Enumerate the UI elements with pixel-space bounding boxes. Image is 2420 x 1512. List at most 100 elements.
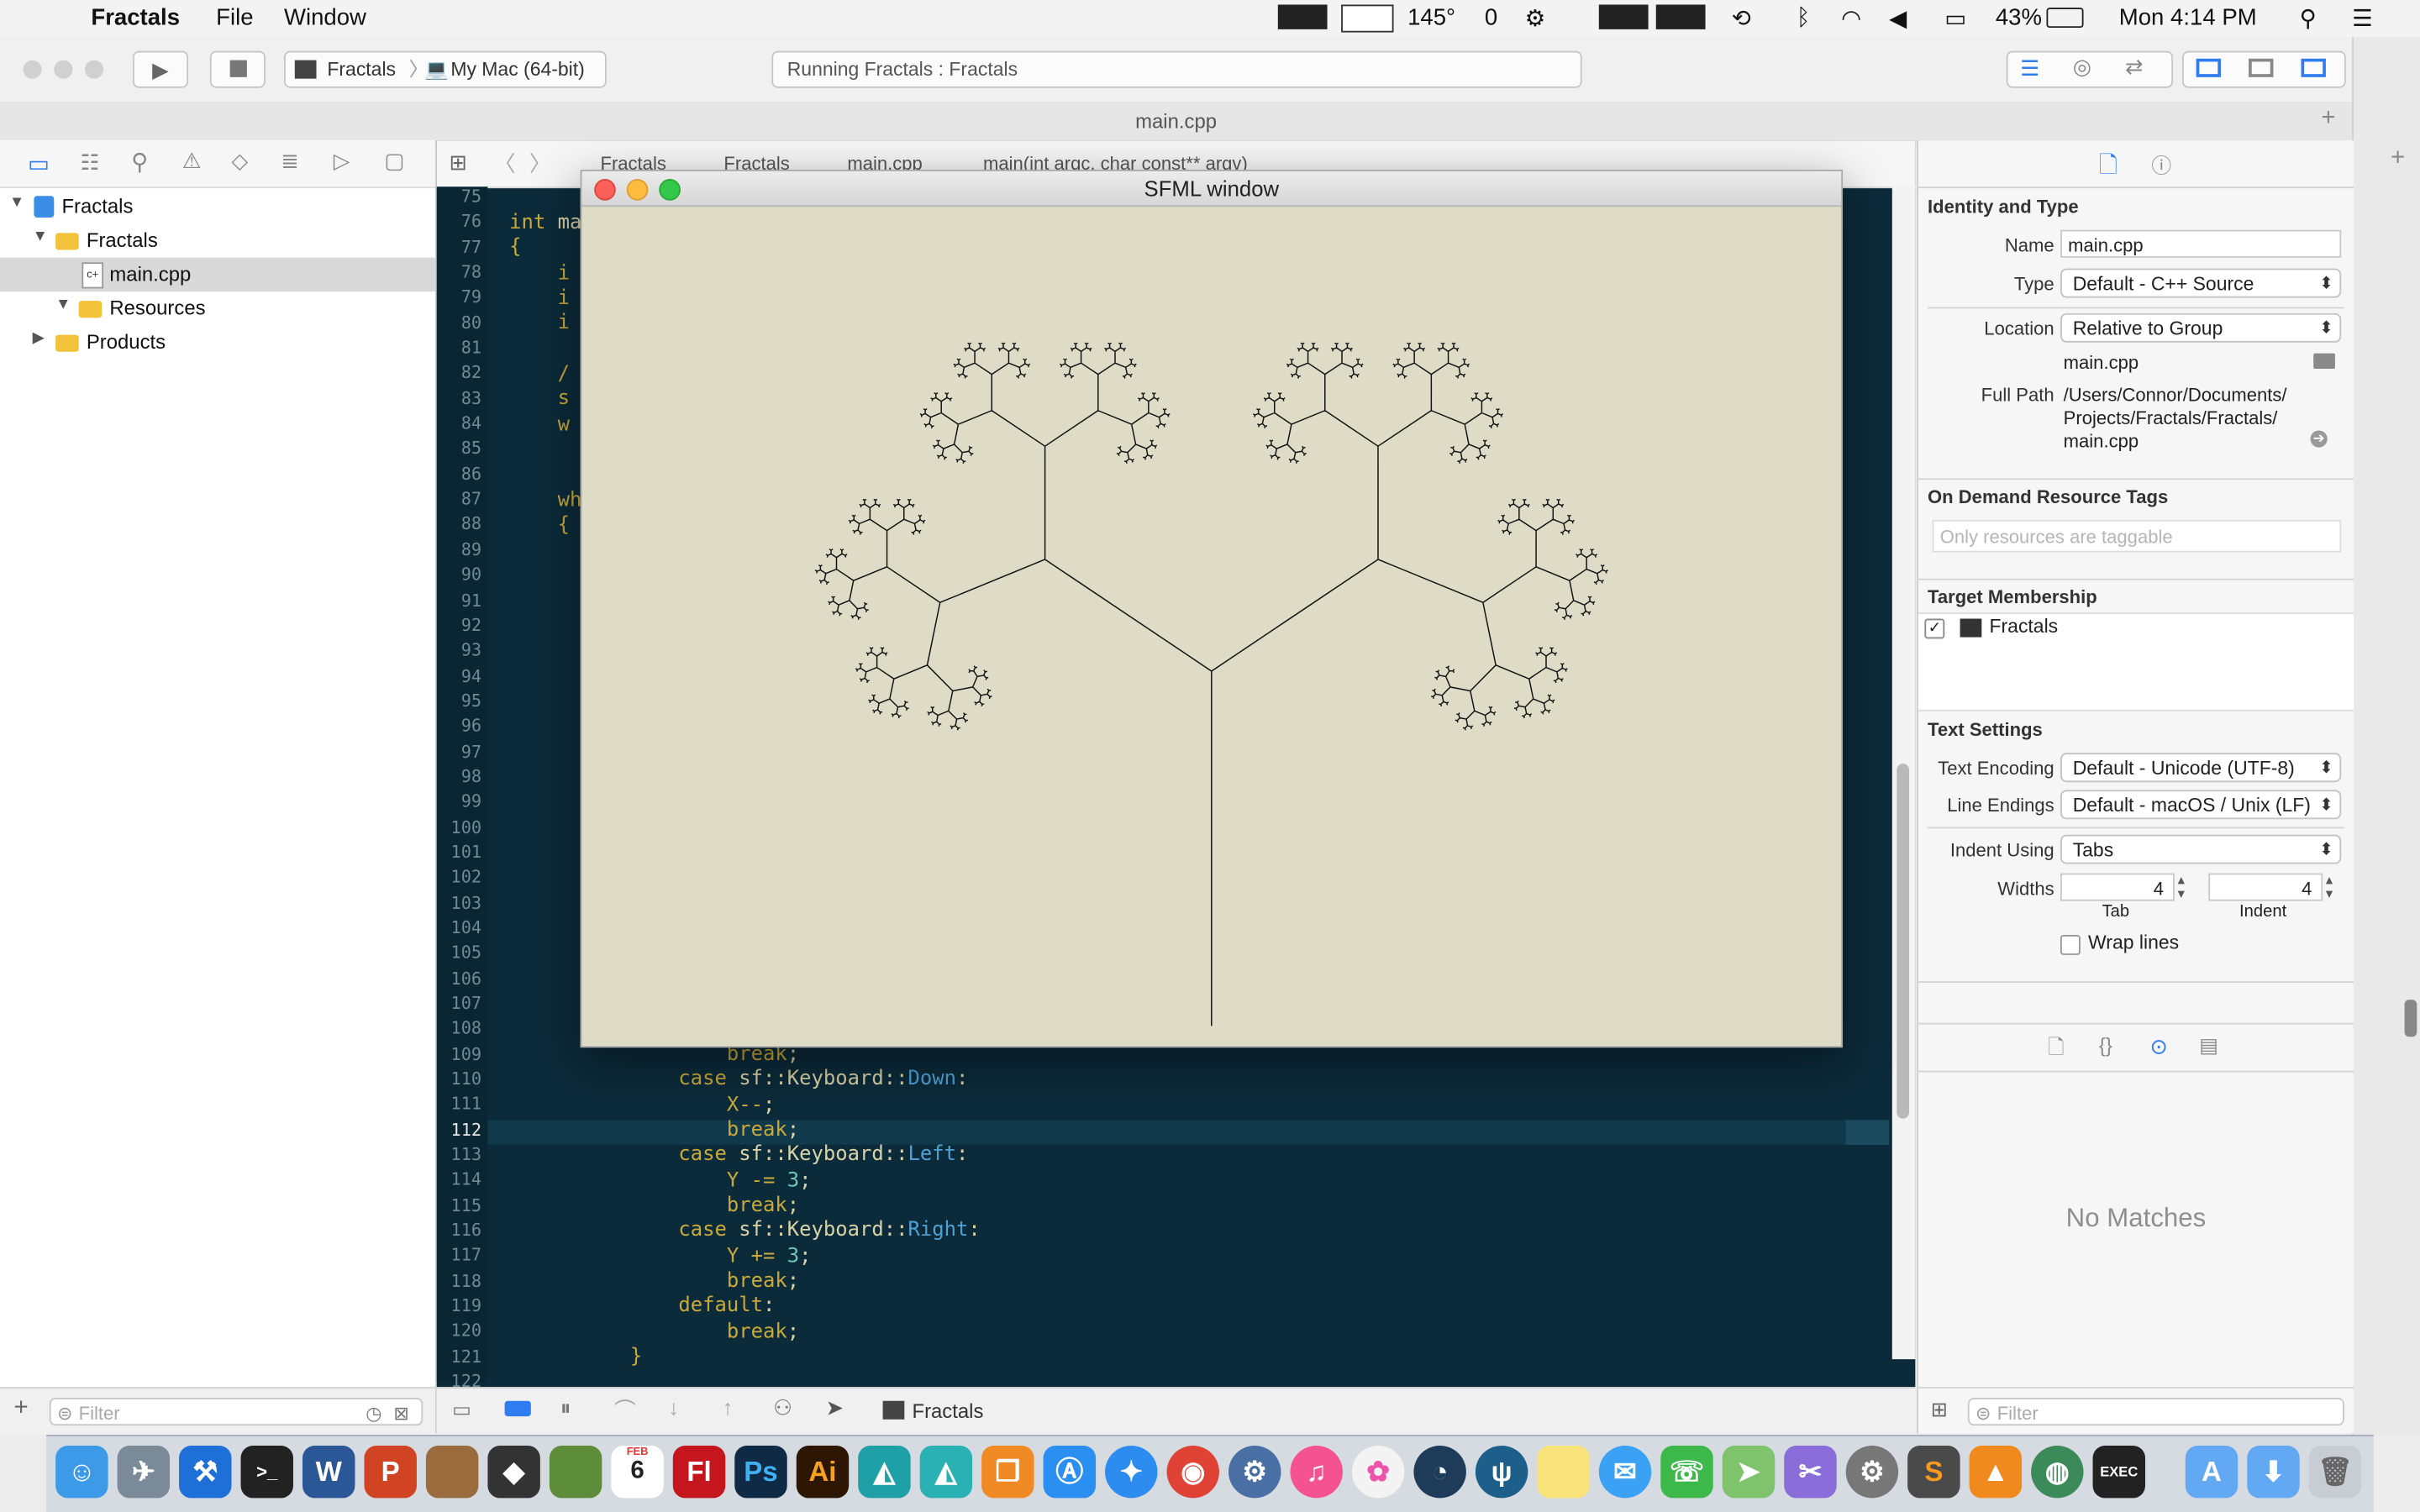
tab-main-cpp[interactable]: main.cpp — [0, 109, 2352, 133]
window-menu[interactable]: Window — [284, 5, 366, 31]
editor-scrollbar[interactable] — [1891, 186, 1916, 1360]
sfml-window[interactable]: SFML window — [580, 170, 1844, 1048]
wifi-icon[interactable]: ◠ — [1841, 5, 1861, 32]
line-endings-popup[interactable]: Default - macOS / Unix (LF) — [2060, 790, 2342, 820]
scroll-knob[interactable] — [2404, 1000, 2417, 1037]
itunes-icon[interactable]: ♫ — [1290, 1445, 1343, 1499]
tab-width-field[interactable]: 4 — [2060, 873, 2175, 901]
xcode-icon[interactable]: ⚒ — [179, 1445, 232, 1499]
editor-scroll-thumb[interactable] — [1897, 764, 1909, 1119]
activity-gauge-icon[interactable]: ◔ — [1413, 1445, 1466, 1499]
close-window-button[interactable] — [23, 60, 42, 79]
test-navigator-icon[interactable]: ◇ — [232, 148, 249, 174]
navigator-toggle-icon[interactable] — [2196, 58, 2222, 77]
network-globe-icon[interactable]: ◍ — [2031, 1445, 2084, 1499]
sublime-text-icon[interactable]: S — [1907, 1445, 1960, 1499]
sfml-minimize-button[interactable] — [626, 179, 649, 201]
vlc-icon[interactable]: ▲ — [1969, 1445, 2023, 1499]
trash-icon[interactable]: 🗑 — [2308, 1445, 2362, 1499]
issue-navigator-icon[interactable]: ⚠ — [182, 148, 202, 174]
object-library-icon[interactable]: ⊙ — [2150, 1034, 2169, 1060]
sfml-title-bar[interactable]: SFML window — [581, 171, 1842, 207]
clock[interactable]: Mon 4:14 PM — [2119, 5, 2257, 31]
code-snippet-icon[interactable]: {} — [2099, 1034, 2112, 1058]
tree-item-resources[interactable]: ▼ Resources — [0, 291, 435, 325]
word-icon[interactable]: W — [302, 1445, 355, 1499]
folder-navigator-icon[interactable]: ▭ — [28, 150, 50, 177]
debug-view-hierarchy-icon[interactable]: ⚇ — [773, 1394, 792, 1420]
notebook-icon[interactable] — [425, 1445, 479, 1499]
disclosure-open-icon[interactable]: ▼ — [9, 194, 24, 211]
ibooks-icon[interactable]: ❐ — [981, 1445, 1034, 1499]
step-in-icon[interactable]: ↓ — [668, 1394, 679, 1419]
notification-center-icon[interactable]: ☰ — [2352, 5, 2373, 32]
app-menu[interactable]: Fractals — [91, 5, 180, 31]
indent-width-field[interactable]: 4 — [2208, 873, 2323, 901]
step-out-icon[interactable]: ↑ — [723, 1394, 734, 1419]
library-filter-input[interactable]: ⊜ Filter — [1967, 1398, 2344, 1426]
disclosure-closed-icon[interactable]: ▶ — [33, 330, 45, 347]
tree-item-fractals-group[interactable]: ▼ Fractals — [0, 223, 435, 257]
tree-item-project[interactable]: ▼ Fractals — [0, 190, 435, 223]
resource-tags-field[interactable]: Only resources are taggable — [1932, 519, 2342, 553]
recent-files-icon[interactable]: ◷ — [366, 1399, 381, 1427]
location-popup[interactable]: Relative to Group — [2060, 312, 2342, 343]
facetime-icon[interactable]: ☏ — [1660, 1445, 1713, 1499]
inspector-toggle-icon[interactable] — [2301, 58, 2326, 77]
volume-icon[interactable]: ◀ — [1889, 5, 1907, 32]
applications-folder-icon[interactable]: A — [2185, 1445, 2238, 1499]
battery-icon[interactable] — [2046, 8, 2084, 29]
debug-navigator-icon[interactable]: ≣ — [281, 148, 299, 174]
terminal-icon[interactable]: >_ — [240, 1445, 293, 1499]
add-file-icon[interactable]: + — [14, 1394, 29, 1422]
maya-icon[interactable]: ◭ — [858, 1445, 911, 1499]
system-preferences-icon[interactable]: ⚙ — [1845, 1445, 1899, 1499]
wrap-lines-checkbox[interactable] — [2060, 935, 2081, 955]
hide-debug-area-icon[interactable]: ▭ — [452, 1398, 471, 1422]
forward-icon[interactable]: 〉 — [529, 148, 551, 179]
messages-icon[interactable]: ✉ — [1598, 1445, 1652, 1499]
sourcetree-icon[interactable]: ψ — [1475, 1445, 1528, 1499]
settings-gear-icon[interactable]: ⚙ — [1525, 5, 1546, 32]
report-navigator-icon[interactable]: ▢ — [384, 148, 404, 174]
minecraft-icon[interactable] — [549, 1445, 602, 1499]
temperature-reading[interactable]: 145° — [1407, 5, 1455, 31]
tab-width-stepper[interactable]: ▴ ▾ — [2178, 873, 2193, 901]
instruments-icon[interactable]: ✂ — [1784, 1445, 1837, 1499]
step-over-icon[interactable]: ⌒ — [614, 1394, 636, 1425]
battery-percent[interactable]: 43% — [1996, 5, 2042, 31]
version-editor-icon[interactable]: ⇄ — [2125, 54, 2144, 80]
network-graph-icon[interactable] — [1655, 4, 1706, 29]
time-machine-icon[interactable]: ⟲ — [1732, 5, 1751, 32]
app-store-icon[interactable]: Ⓐ — [1043, 1445, 1097, 1499]
cpu-graph-icon[interactable] — [1277, 4, 1328, 29]
debug-toggle-icon[interactable] — [2249, 58, 2274, 77]
file-template-icon[interactable]: 🗋 — [2048, 1034, 2064, 1068]
choose-location-folder-icon[interactable] — [2313, 353, 2335, 369]
powerpoint-icon[interactable]: P — [364, 1445, 417, 1499]
back-icon[interactable]: 〈 — [494, 148, 516, 179]
photoshop-icon[interactable]: Ps — [734, 1445, 787, 1499]
launchpad-icon[interactable]: ✈ — [117, 1445, 171, 1499]
name-field[interactable]: main.cpp — [2060, 229, 2342, 258]
tree-item-main-cpp[interactable]: c+ main.cpp — [0, 257, 435, 292]
finder-icon[interactable]: ☺ — [55, 1445, 108, 1499]
downloads-folder-icon[interactable]: ⬇ — [2247, 1445, 2300, 1499]
target-checkbox[interactable]: ✓ — [1924, 618, 1945, 639]
scheme-selector[interactable]: Fractals 〉 💻 My Mac (64-bit) — [283, 50, 607, 88]
file-inspector-icon[interactable]: 🗋 — [2099, 150, 2118, 188]
reveal-in-finder-icon[interactable]: ➔ — [2310, 430, 2328, 448]
run-button[interactable]: ▶ — [132, 50, 189, 88]
console-icon[interactable]: EXEC — [2092, 1445, 2146, 1499]
system-utility-icon[interactable]: ⚙ — [1228, 1445, 1281, 1499]
scm-filter-icon[interactable]: ⊠ — [393, 1399, 408, 1427]
tree-item-products[interactable]: ▶ Products — [0, 326, 435, 360]
memory-graph-icon[interactable] — [1598, 4, 1649, 29]
count-reading[interactable]: 0 — [1485, 5, 1497, 31]
text-encoding-popup[interactable]: Default - Unicode (UTF-8) — [2060, 753, 2342, 783]
pause-icon[interactable]: ⏸ — [560, 1394, 571, 1420]
indent-using-popup[interactable]: Tabs — [2060, 834, 2342, 864]
assistant-editor-icon[interactable]: ◎ — [2073, 54, 2091, 80]
calendar-icon[interactable]: FEB 6 — [611, 1445, 664, 1499]
stop-button[interactable] — [209, 50, 266, 88]
